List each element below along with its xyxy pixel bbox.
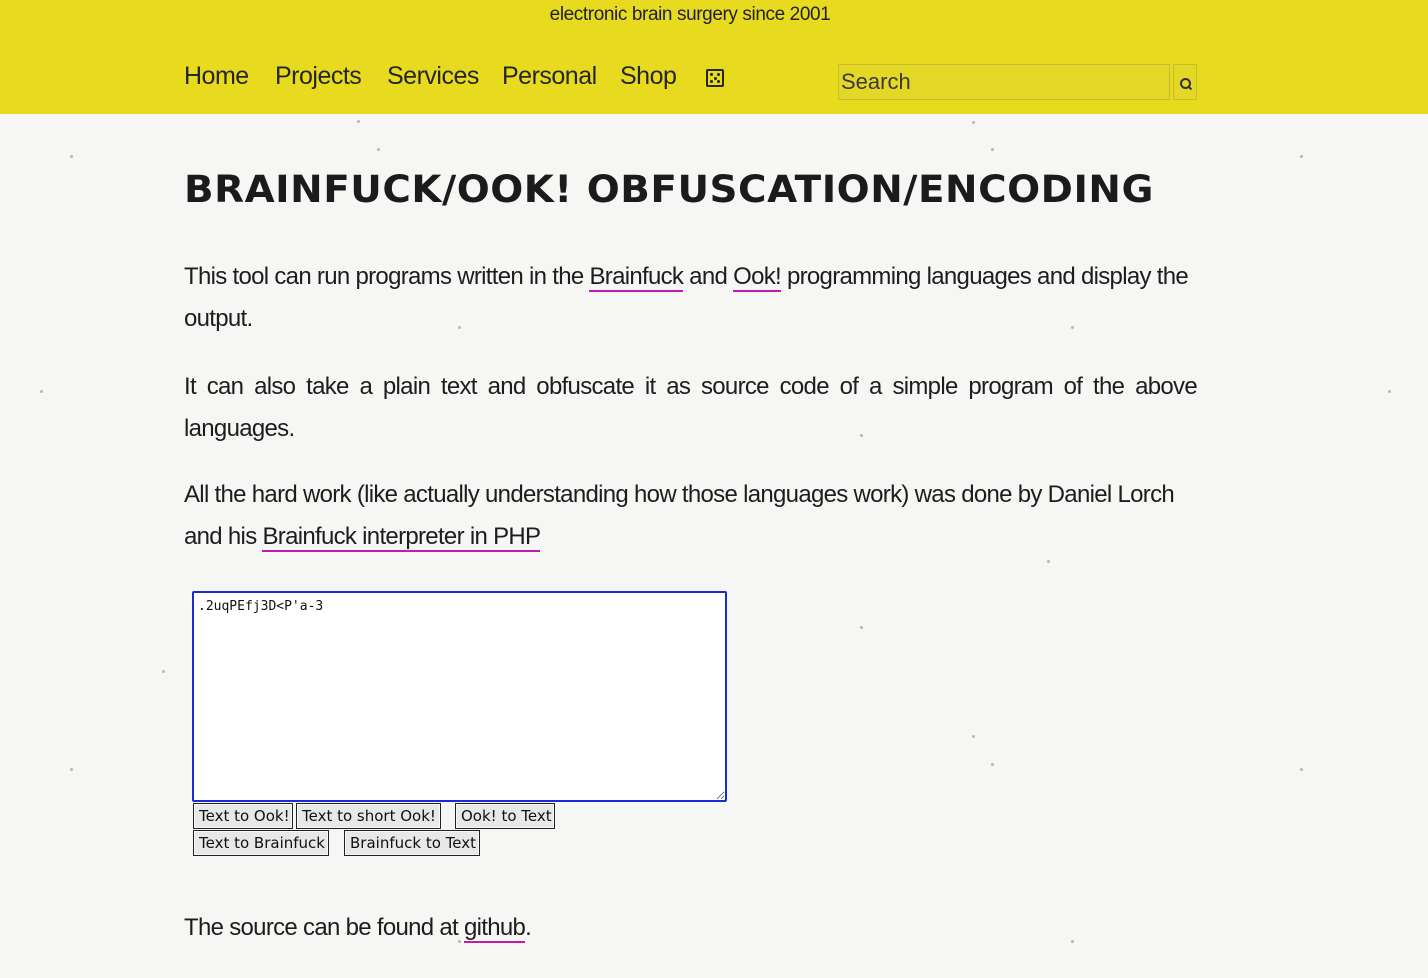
obfuscate-paragraph: It can also take a plain text and obfusc… [184,373,1198,442]
code-textarea[interactable]: .2uqPEfj3D<P'a-3 [192,591,727,802]
intro-paragraph: This tool can run programs written in th… [184,263,1189,332]
source-note: The source can be found at github. [184,914,532,943]
nav-item-projects[interactable]: Projects [275,62,362,91]
nav-item-shop[interactable]: Shop [620,62,677,91]
nav-item-services[interactable]: Services [387,62,479,91]
search-input[interactable] [838,64,1170,100]
nav-item-personal[interactable]: Personal [502,62,597,91]
text-to-brainfuck-button[interactable]: Text to Brainfuck [193,830,329,856]
ook-link[interactable]: Ook! [733,263,782,292]
brainfuck-to-text-button[interactable]: Brainfuck to Text [344,830,480,856]
github-link[interactable]: github [463,914,526,943]
nav-item-home[interactable]: Home [184,62,249,91]
php-interpreter-link[interactable]: Brainfuck interpreter in PHP [262,523,541,552]
page-title: Brainfuck/Ook! Obfuscation/Encoding [184,168,1154,211]
text-to-short-ook-button[interactable]: Text to short Ook! [296,803,441,829]
credits-paragraph: All the hard work (like actually underst… [184,481,1175,552]
text-to-ook-button[interactable]: Text to Ook! [193,803,293,829]
search-button[interactable] [1173,64,1197,100]
site-header: electronic brain surgery since 2001 Home… [0,0,1428,114]
random-dice-icon[interactable] [706,69,724,87]
ook-to-text-button[interactable]: Ook! to Text [455,803,555,829]
site-tagline: electronic brain surgery since 2001 [549,4,831,25]
brainfuck-link[interactable]: Brainfuck [589,263,684,292]
